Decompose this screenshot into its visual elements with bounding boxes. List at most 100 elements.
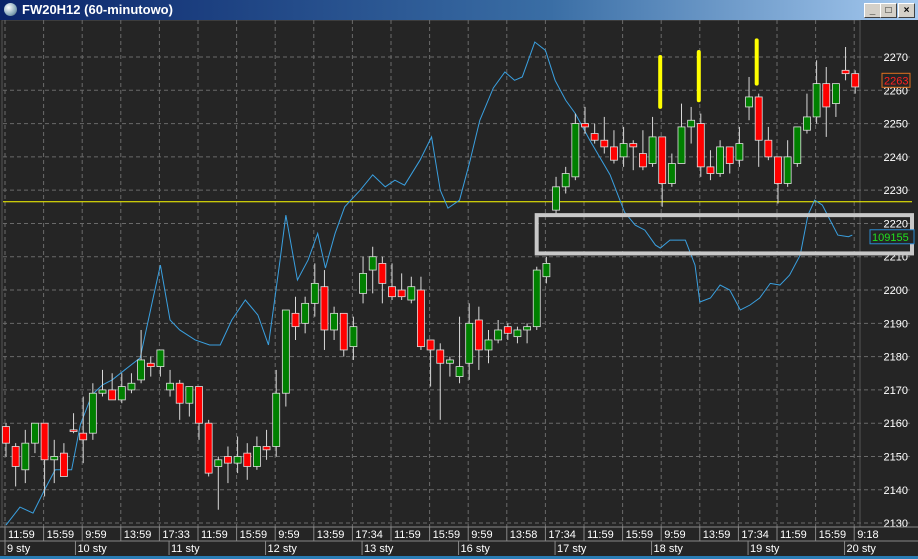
candle-up: [407, 286, 416, 301]
date-label: 13 sty: [364, 543, 394, 555]
time-label: 15:59: [819, 529, 847, 541]
candle-down: [503, 326, 512, 334]
candle-up: [359, 272, 367, 294]
time-label: 9:59: [471, 529, 492, 541]
candle-down: [175, 382, 184, 404]
time-label: 11:59: [587, 529, 614, 541]
y-tick-label: 2240: [884, 152, 908, 164]
candle-up: [716, 146, 724, 174]
candle-down: [224, 456, 232, 464]
candle-up: [88, 392, 97, 434]
candle-up: [301, 302, 310, 324]
candle-up: [117, 386, 126, 401]
candle-up: [50, 456, 59, 461]
candle-up: [484, 339, 493, 351]
time-label: 11:59: [201, 529, 228, 541]
candle-up: [455, 366, 464, 377]
date-label: 9 sty: [7, 543, 31, 555]
candle-up: [793, 126, 802, 164]
candle-up: [310, 282, 319, 304]
candle-up: [677, 126, 686, 164]
y-tick-label: 2180: [884, 352, 908, 364]
candle-down: [658, 136, 667, 184]
time-label: 13:59: [124, 529, 152, 541]
candle-up: [812, 83, 821, 118]
plot-area: [1, 20, 861, 528]
candle-down: [696, 123, 705, 168]
time-label: 13:59: [703, 529, 731, 541]
candle-down: [108, 389, 117, 401]
candle-down: [841, 69, 850, 75]
candle-up: [571, 123, 580, 178]
time-label: 11:59: [780, 529, 807, 541]
candle-up: [561, 173, 570, 188]
time-label: 9:59: [85, 529, 106, 541]
candle-down: [11, 446, 20, 467]
date-label: 17 sty: [557, 543, 587, 555]
candle-down: [417, 289, 425, 348]
title-bar[interactable]: FW20H12 (60-minutowo) _ □ ×: [0, 0, 918, 20]
close-button[interactable]: ×: [898, 3, 915, 18]
candle-up: [185, 386, 194, 404]
candle-down: [774, 156, 782, 184]
y-tick-label: 2140: [884, 485, 908, 497]
candle-up: [832, 83, 840, 105]
current-price-label: 2263: [884, 75, 908, 87]
candle-up: [513, 329, 522, 338]
candle-down: [204, 422, 213, 474]
candle-down: [474, 319, 483, 351]
time-label: 17:33: [162, 529, 190, 541]
candle-up: [233, 456, 242, 464]
candle-down: [581, 123, 589, 128]
candle-down: [388, 286, 396, 298]
candle-up: [368, 256, 377, 271]
candle-up: [272, 392, 281, 447]
y-tick-label: 2150: [884, 451, 908, 463]
candle-up: [31, 422, 39, 444]
candle-up: [252, 446, 261, 467]
y-tick-label: 2200: [884, 285, 908, 297]
candle-up: [98, 389, 107, 394]
time-label: 17:34: [741, 529, 769, 541]
time-label: 11:59: [8, 529, 35, 541]
date-label: 20 sty: [847, 543, 877, 555]
maximize-button[interactable]: □: [880, 3, 897, 18]
candle-up: [330, 312, 339, 331]
candle-down: [725, 146, 734, 164]
minimize-button[interactable]: _: [864, 3, 881, 18]
candle-down: [600, 139, 609, 148]
chart-canvas[interactable]: 2130214021502160217021802190220022102220…: [0, 20, 918, 559]
time-label: 15:59: [626, 529, 654, 541]
candle-up: [783, 156, 792, 184]
y-tick-label: 2160: [884, 418, 908, 430]
time-label: 15:59: [240, 529, 268, 541]
y-tick-label: 2170: [884, 385, 908, 397]
window-icon: [4, 3, 17, 16]
candle-up: [735, 143, 744, 161]
date-label: 12 sty: [268, 543, 298, 555]
candle-up: [465, 322, 474, 364]
price-chart[interactable]: 2130 2140 2150 2160 2170 2180 2190 2200 2210 2220…: [0, 20, 918, 559]
candle-down: [291, 312, 300, 328]
candle-down: [764, 139, 773, 158]
date-label: 18 sty: [654, 543, 684, 555]
candle-up: [21, 442, 30, 471]
candle-down: [629, 143, 638, 148]
candle-up: [166, 382, 174, 391]
candle-down: [339, 312, 348, 351]
candle-up: [687, 119, 696, 128]
indicator-value-label: 109155: [872, 232, 909, 244]
date-label: 19 sty: [750, 543, 780, 555]
candle-up: [137, 359, 146, 381]
candle-down: [79, 432, 88, 441]
candle-up: [494, 329, 503, 341]
candle-down: [590, 133, 599, 141]
time-label: 11:59: [394, 529, 421, 541]
candle-up: [214, 459, 223, 467]
time-label: 9:59: [278, 529, 299, 541]
candle-up: [648, 136, 657, 164]
window-title: FW20H12 (60-minutowo): [22, 2, 173, 17]
candle-down: [378, 262, 387, 284]
y-tick-label: 2270: [884, 52, 908, 64]
candle-down: [195, 386, 203, 424]
